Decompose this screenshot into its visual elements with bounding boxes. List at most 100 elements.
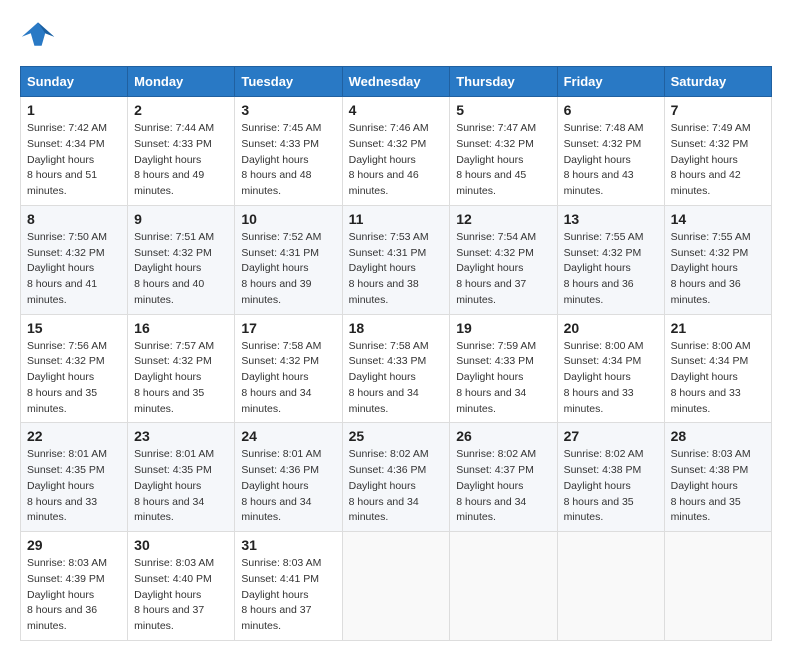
calendar-cell: 20 Sunrise: 8:00 AM Sunset: 4:34 PM Dayl… — [557, 314, 664, 423]
day-info: Sunrise: 7:48 AM Sunset: 4:32 PM Dayligh… — [564, 121, 658, 200]
day-info: Sunrise: 8:02 AM Sunset: 4:36 PM Dayligh… — [349, 447, 444, 526]
day-info: Sunrise: 8:01 AM Sunset: 4:35 PM Dayligh… — [134, 447, 228, 526]
day-number: 14 — [671, 211, 765, 227]
weekday-header-wednesday: Wednesday — [342, 67, 450, 97]
day-number: 7 — [671, 102, 765, 118]
calendar-cell: 25 Sunrise: 8:02 AM Sunset: 4:36 PM Dayl… — [342, 423, 450, 532]
day-number: 16 — [134, 320, 228, 336]
day-number: 30 — [134, 537, 228, 553]
day-number: 9 — [134, 211, 228, 227]
day-info: Sunrise: 7:55 AM Sunset: 4:32 PM Dayligh… — [671, 230, 765, 309]
calendar-cell: 13 Sunrise: 7:55 AM Sunset: 4:32 PM Dayl… — [557, 205, 664, 314]
calendar-cell: 3 Sunrise: 7:45 AM Sunset: 4:33 PM Dayli… — [235, 97, 342, 206]
day-number: 3 — [241, 102, 335, 118]
day-number: 5 — [456, 102, 550, 118]
day-info: Sunrise: 7:59 AM Sunset: 4:33 PM Dayligh… — [456, 339, 550, 418]
day-number: 19 — [456, 320, 550, 336]
day-info: Sunrise: 7:54 AM Sunset: 4:32 PM Dayligh… — [456, 230, 550, 309]
day-info: Sunrise: 8:01 AM Sunset: 4:35 PM Dayligh… — [27, 447, 121, 526]
calendar-cell: 14 Sunrise: 7:55 AM Sunset: 4:32 PM Dayl… — [664, 205, 771, 314]
day-info: Sunrise: 7:53 AM Sunset: 4:31 PM Dayligh… — [349, 230, 444, 309]
calendar-cell: 26 Sunrise: 8:02 AM Sunset: 4:37 PM Dayl… — [450, 423, 557, 532]
calendar-cell: 23 Sunrise: 8:01 AM Sunset: 4:35 PM Dayl… — [128, 423, 235, 532]
calendar-cell: 7 Sunrise: 7:49 AM Sunset: 4:32 PM Dayli… — [664, 97, 771, 206]
calendar-cell: 21 Sunrise: 8:00 AM Sunset: 4:34 PM Dayl… — [664, 314, 771, 423]
day-info: Sunrise: 7:42 AM Sunset: 4:34 PM Dayligh… — [27, 121, 121, 200]
calendar-cell: 5 Sunrise: 7:47 AM Sunset: 4:32 PM Dayli… — [450, 97, 557, 206]
day-number: 8 — [27, 211, 121, 227]
day-number: 2 — [134, 102, 228, 118]
calendar-cell: 12 Sunrise: 7:54 AM Sunset: 4:32 PM Dayl… — [450, 205, 557, 314]
weekday-header-monday: Monday — [128, 67, 235, 97]
day-number: 29 — [27, 537, 121, 553]
weekday-header-friday: Friday — [557, 67, 664, 97]
calendar-cell: 6 Sunrise: 7:48 AM Sunset: 4:32 PM Dayli… — [557, 97, 664, 206]
day-number: 23 — [134, 428, 228, 444]
day-info: Sunrise: 7:52 AM Sunset: 4:31 PM Dayligh… — [241, 230, 335, 309]
calendar-cell — [557, 532, 664, 641]
day-info: Sunrise: 8:01 AM Sunset: 4:36 PM Dayligh… — [241, 447, 335, 526]
day-info: Sunrise: 8:03 AM Sunset: 4:41 PM Dayligh… — [241, 556, 335, 635]
calendar-table: SundayMondayTuesdayWednesdayThursdayFrid… — [20, 66, 772, 641]
day-info: Sunrise: 8:03 AM Sunset: 4:40 PM Dayligh… — [134, 556, 228, 635]
calendar-cell — [450, 532, 557, 641]
calendar-cell: 18 Sunrise: 7:58 AM Sunset: 4:33 PM Dayl… — [342, 314, 450, 423]
calendar-cell: 10 Sunrise: 7:52 AM Sunset: 4:31 PM Dayl… — [235, 205, 342, 314]
day-info: Sunrise: 7:57 AM Sunset: 4:32 PM Dayligh… — [134, 339, 228, 418]
calendar-cell: 2 Sunrise: 7:44 AM Sunset: 4:33 PM Dayli… — [128, 97, 235, 206]
calendar-cell: 19 Sunrise: 7:59 AM Sunset: 4:33 PM Dayl… — [450, 314, 557, 423]
day-number: 12 — [456, 211, 550, 227]
day-number: 4 — [349, 102, 444, 118]
calendar-cell: 29 Sunrise: 8:03 AM Sunset: 4:39 PM Dayl… — [21, 532, 128, 641]
calendar-cell: 8 Sunrise: 7:50 AM Sunset: 4:32 PM Dayli… — [21, 205, 128, 314]
day-number: 24 — [241, 428, 335, 444]
day-number: 10 — [241, 211, 335, 227]
day-number: 21 — [671, 320, 765, 336]
day-info: Sunrise: 7:58 AM Sunset: 4:32 PM Dayligh… — [241, 339, 335, 418]
day-info: Sunrise: 7:47 AM Sunset: 4:32 PM Dayligh… — [456, 121, 550, 200]
day-number: 22 — [27, 428, 121, 444]
calendar-cell: 9 Sunrise: 7:51 AM Sunset: 4:32 PM Dayli… — [128, 205, 235, 314]
day-info: Sunrise: 7:50 AM Sunset: 4:32 PM Dayligh… — [27, 230, 121, 309]
page-header — [20, 20, 772, 50]
day-info: Sunrise: 8:00 AM Sunset: 4:34 PM Dayligh… — [671, 339, 765, 418]
logo-icon — [20, 20, 56, 50]
calendar-cell: 11 Sunrise: 7:53 AM Sunset: 4:31 PM Dayl… — [342, 205, 450, 314]
day-number: 17 — [241, 320, 335, 336]
weekday-header-saturday: Saturday — [664, 67, 771, 97]
calendar-cell: 28 Sunrise: 8:03 AM Sunset: 4:38 PM Dayl… — [664, 423, 771, 532]
day-number: 13 — [564, 211, 658, 227]
day-info: Sunrise: 8:02 AM Sunset: 4:37 PM Dayligh… — [456, 447, 550, 526]
day-number: 26 — [456, 428, 550, 444]
calendar-cell: 1 Sunrise: 7:42 AM Sunset: 4:34 PM Dayli… — [21, 97, 128, 206]
day-info: Sunrise: 7:55 AM Sunset: 4:32 PM Dayligh… — [564, 230, 658, 309]
day-number: 15 — [27, 320, 121, 336]
day-info: Sunrise: 8:02 AM Sunset: 4:38 PM Dayligh… — [564, 447, 658, 526]
day-info: Sunrise: 8:00 AM Sunset: 4:34 PM Dayligh… — [564, 339, 658, 418]
day-info: Sunrise: 7:51 AM Sunset: 4:32 PM Dayligh… — [134, 230, 228, 309]
calendar-cell: 17 Sunrise: 7:58 AM Sunset: 4:32 PM Dayl… — [235, 314, 342, 423]
day-number: 18 — [349, 320, 444, 336]
day-number: 1 — [27, 102, 121, 118]
calendar-cell: 4 Sunrise: 7:46 AM Sunset: 4:32 PM Dayli… — [342, 97, 450, 206]
day-info: Sunrise: 7:45 AM Sunset: 4:33 PM Dayligh… — [241, 121, 335, 200]
day-info: Sunrise: 8:03 AM Sunset: 4:39 PM Dayligh… — [27, 556, 121, 635]
calendar-cell: 16 Sunrise: 7:57 AM Sunset: 4:32 PM Dayl… — [128, 314, 235, 423]
day-number: 20 — [564, 320, 658, 336]
day-number: 27 — [564, 428, 658, 444]
weekday-header-thursday: Thursday — [450, 67, 557, 97]
day-number: 11 — [349, 211, 444, 227]
day-number: 25 — [349, 428, 444, 444]
calendar-cell: 31 Sunrise: 8:03 AM Sunset: 4:41 PM Dayl… — [235, 532, 342, 641]
day-info: Sunrise: 7:49 AM Sunset: 4:32 PM Dayligh… — [671, 121, 765, 200]
day-number: 31 — [241, 537, 335, 553]
logo — [20, 20, 62, 50]
weekday-header-tuesday: Tuesday — [235, 67, 342, 97]
day-info: Sunrise: 7:44 AM Sunset: 4:33 PM Dayligh… — [134, 121, 228, 200]
weekday-header-sunday: Sunday — [21, 67, 128, 97]
calendar-cell: 15 Sunrise: 7:56 AM Sunset: 4:32 PM Dayl… — [21, 314, 128, 423]
calendar-cell: 24 Sunrise: 8:01 AM Sunset: 4:36 PM Dayl… — [235, 423, 342, 532]
day-info: Sunrise: 7:58 AM Sunset: 4:33 PM Dayligh… — [349, 339, 444, 418]
day-info: Sunrise: 7:46 AM Sunset: 4:32 PM Dayligh… — [349, 121, 444, 200]
day-info: Sunrise: 8:03 AM Sunset: 4:38 PM Dayligh… — [671, 447, 765, 526]
